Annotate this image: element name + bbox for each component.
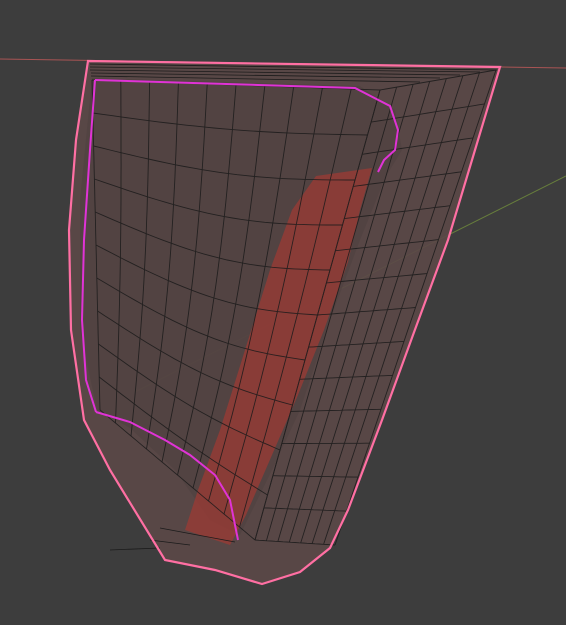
3d-viewport[interactable] bbox=[0, 0, 566, 625]
viewport-canvas[interactable] bbox=[0, 0, 566, 625]
mesh-object[interactable] bbox=[67, 59, 502, 586]
